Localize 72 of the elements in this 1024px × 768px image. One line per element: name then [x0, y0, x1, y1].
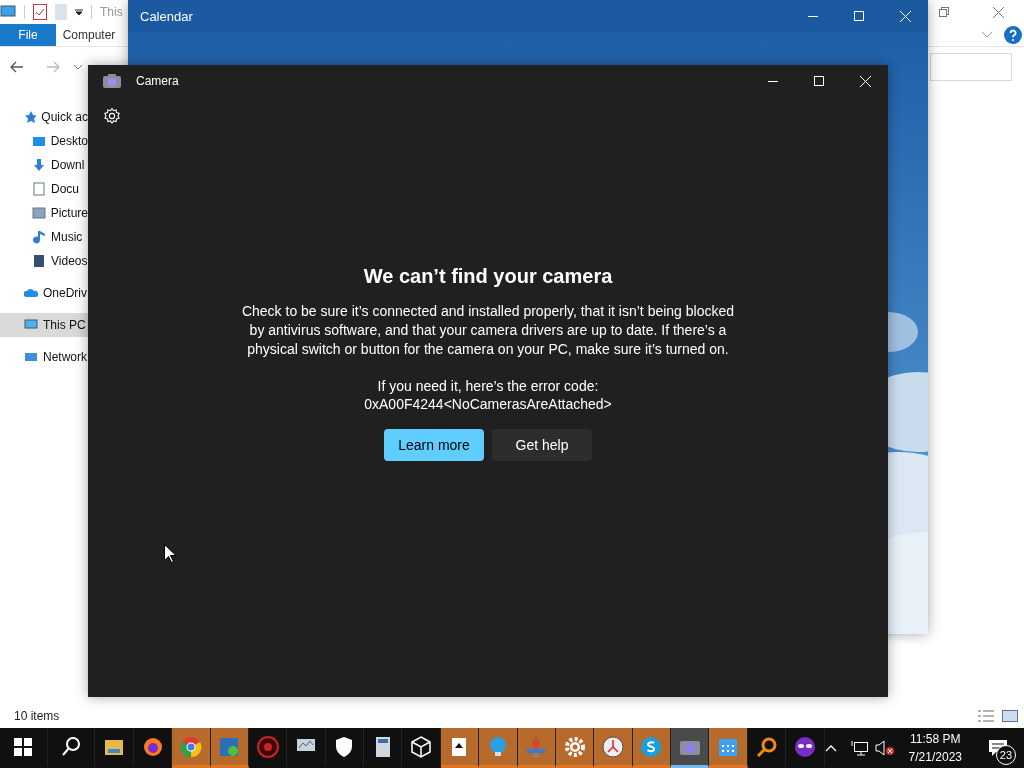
window-title: Calendar: [139, 8, 194, 24]
taskbar-button[interactable]: [440, 728, 480, 768]
taskbar-button[interactable]: [210, 728, 249, 768]
search-field[interactable]: [930, 53, 1012, 81]
sidebar-item[interactable]: Music: [0, 225, 88, 249]
settings-icon[interactable]: [103, 107, 121, 125]
error-code-label: If you need it, here’s the error code:: [377, 377, 599, 395]
sidebar-item[interactable]: This PC: [0, 313, 88, 337]
learn-more-button[interactable]: Learn more: [384, 429, 484, 461]
sidebar-item[interactable]: Docu: [0, 177, 88, 201]
sidebar-item[interactable]: OneDriv: [0, 281, 88, 305]
network-icon[interactable]: [850, 740, 869, 756]
large-icons-view-icon[interactable]: [1002, 710, 1018, 722]
checklist-icon[interactable]: [33, 4, 47, 20]
window-title: This: [100, 5, 123, 19]
document-icon: [32, 182, 46, 196]
ribbon-tab[interactable]: File: [0, 24, 56, 46]
minimize-icon: [768, 80, 778, 82]
browser-circle-icon: [178, 734, 203, 759]
maximize-icon: [814, 76, 824, 86]
sidebar-item[interactable]: Deskto: [0, 129, 88, 153]
sidebar-item[interactable]: Picture: [0, 201, 88, 225]
s-circle-icon: [639, 734, 664, 759]
help-icon[interactable]: [1004, 26, 1022, 44]
sidebar-item[interactable]: Downl: [0, 153, 88, 177]
dropdown-icon[interactable]: [75, 8, 83, 16]
download-icon: [32, 158, 46, 172]
cube-icon: [409, 734, 434, 759]
sidebar-item[interactable]: Network: [0, 345, 88, 369]
taskbar-button[interactable]: [555, 728, 595, 768]
pictures-icon: [32, 206, 46, 220]
speaker-muted-icon[interactable]: [874, 740, 895, 756]
back-arrow-icon[interactable]: [10, 61, 24, 73]
help-button[interactable]: Get help: [492, 429, 592, 461]
error-heading: We can’t find your camera: [363, 265, 613, 288]
desktop-icon: [32, 134, 46, 148]
notifications-button[interactable]: 23: [976, 728, 1020, 768]
chevron-up-icon[interactable]: [824, 744, 837, 752]
mask-icon: [792, 734, 817, 759]
video-icon: [32, 254, 46, 268]
ribbon-tab[interactable]: Computer: [56, 24, 122, 46]
taskbar-button[interactable]: [671, 728, 710, 768]
taskbar-button[interactable]: [172, 728, 211, 768]
close-icon: [859, 75, 871, 87]
chevron-down-icon[interactable]: [982, 32, 992, 38]
sidebar-item[interactable]: Quick ac: [0, 105, 88, 129]
chevron-down-icon[interactable]: [74, 64, 82, 70]
taskbar-button[interactable]: [594, 728, 633, 768]
sidebar-item[interactable]: Videos: [0, 249, 88, 273]
clock-icon: [601, 734, 626, 759]
item-count: 10 items: [14, 709, 60, 723]
maximize-icon: [854, 11, 864, 21]
star-icon: [24, 110, 37, 124]
computer-icon: [0, 5, 16, 19]
error-message: Check to be sure it’s connected and installed properly, that it isn’t being blocked by antivirus software, and that your camera drivers are up to date. If there’s a physical switch or button for the camera on your PC, make sure it’s turned on.: [240, 302, 736, 359]
taskbar-button[interactable]: [709, 728, 748, 768]
camera-icon: [103, 74, 121, 88]
mouse-pointer-icon: [164, 544, 176, 563]
pc-icon: [24, 318, 38, 332]
music-icon: [32, 230, 46, 244]
network-icon: [24, 350, 38, 364]
cloud-icon: [24, 286, 38, 300]
close-icon[interactable]: [993, 6, 1004, 18]
error-code: 0xA00F4244<NoCamerasAreAttached>: [364, 395, 612, 413]
taskbar-button[interactable]: [632, 728, 672, 768]
clock[interactable]: 11:58 PM 7/21/2023: [900, 730, 970, 766]
minimize-icon: [808, 15, 818, 17]
window-title: Camera: [135, 74, 180, 88]
notification-count: 23: [996, 745, 1016, 765]
restore-icon[interactable]: [939, 7, 949, 17]
close-icon: [899, 10, 911, 22]
gear-icon: [562, 734, 587, 759]
